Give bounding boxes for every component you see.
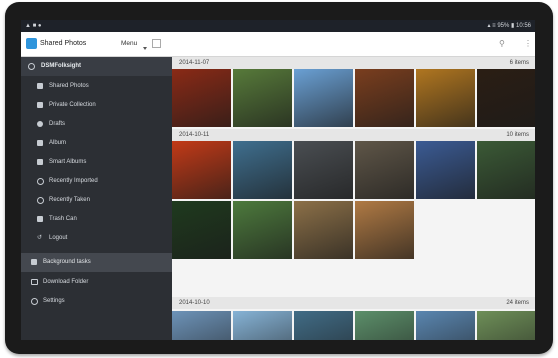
group-date: 2014-10-11 <box>179 132 210 138</box>
photo-thumbnail[interactable] <box>477 311 535 340</box>
photo-thumbnail[interactable] <box>233 141 292 199</box>
chevron-down-icon <box>143 47 147 50</box>
status-bar: ▲ ■ ● ▴ ≡ 95% ▮ 10:56 <box>21 20 535 32</box>
app-title: Shared Photos <box>40 40 87 47</box>
group-date: 2014-10-10 <box>179 300 210 306</box>
logout-icon: ↺ <box>37 235 43 241</box>
action-bar: Shared Photos Menu ⚲ ⋮ <box>21 32 535 57</box>
photo-thumbnail[interactable] <box>355 201 414 259</box>
photo-thumbnail[interactable] <box>172 311 231 340</box>
photo-thumbnail[interactable] <box>477 69 535 127</box>
photo-thumbnail[interactable] <box>416 311 475 340</box>
app-screen: ▲ ■ ● ▴ ≡ 95% ▮ 10:56 Shared Photos Menu… <box>21 20 535 340</box>
clock-icon <box>37 178 44 185</box>
photo-thumbnail[interactable] <box>416 141 475 199</box>
photo-thumbnail[interactable] <box>416 69 475 127</box>
sidebar-item-smart-albums[interactable]: Smart Albums <box>21 153 172 172</box>
menu-dropdown[interactable]: Menu <box>121 32 137 56</box>
photo-thumbnail[interactable] <box>355 69 414 127</box>
home-icon <box>28 63 35 70</box>
app-logo-icon[interactable] <box>26 38 37 49</box>
photo-thumbnail[interactable] <box>172 141 231 199</box>
photo-thumbnail[interactable] <box>294 311 353 340</box>
trash-icon <box>37 216 43 222</box>
history-icon <box>37 197 44 204</box>
sidebar-item-recently-imported[interactable]: Recently Imported <box>21 172 172 191</box>
photo-thumbnail[interactable] <box>172 69 231 127</box>
photo-thumbnail[interactable] <box>233 201 292 259</box>
photo-timeline: 2014-11-07 6 items 2014-10-11 10 items 2… <box>172 57 535 340</box>
date-group-header: 2014-11-07 6 items <box>172 57 535 69</box>
smart-album-icon <box>37 159 43 165</box>
search-icon[interactable]: ⚲ <box>499 38 508 50</box>
sidebar-settings[interactable]: Settings <box>21 292 172 311</box>
tasks-icon <box>31 259 37 265</box>
sidebar-account-header[interactable]: DSMFolksight <box>21 57 172 76</box>
photo-thumbnail[interactable] <box>477 141 535 199</box>
sidebar-item-private-collection[interactable]: Private Collection <box>21 96 172 115</box>
navigation-drawer: DSMFolksight Shared Photos Private Colle… <box>21 57 172 340</box>
photo-icon <box>37 83 43 89</box>
overflow-menu-icon[interactable]: ⋮ <box>524 38 532 50</box>
group-count: 24 items <box>506 300 529 306</box>
group-count: 10 items <box>506 132 529 138</box>
folder-icon <box>31 279 38 285</box>
photo-thumbnail[interactable] <box>294 141 353 199</box>
tablet-frame: ▲ ■ ● ▴ ≡ 95% ▮ 10:56 Shared Photos Menu… <box>5 2 553 354</box>
drafts-icon <box>37 121 43 127</box>
photo-thumbnail[interactable] <box>294 201 353 259</box>
sidebar-item-recently-taken[interactable]: Recently Taken <box>21 191 172 210</box>
photo-thumbnail[interactable] <box>355 141 414 199</box>
sidebar-item-drafts[interactable]: Drafts <box>21 115 172 134</box>
album-icon <box>37 140 43 146</box>
notification-icons: ▲ ■ ● <box>25 23 42 29</box>
sidebar-download-folder[interactable]: Download Folder <box>21 273 172 292</box>
date-group-header: 2014-10-10 24 items <box>172 297 535 309</box>
select-mode-icon[interactable] <box>152 39 161 48</box>
group-count: 6 items <box>509 60 529 66</box>
photo-thumbnail[interactable] <box>172 201 231 259</box>
lock-icon <box>37 102 43 108</box>
photo-thumbnail[interactable] <box>233 311 292 340</box>
group-date: 2014-11-07 <box>179 60 210 66</box>
gear-icon <box>31 298 38 305</box>
sidebar-background-tasks[interactable]: Background tasks <box>21 253 172 272</box>
sidebar-item-logout[interactable]: ↺ Logout <box>21 229 172 248</box>
sidebar-item-shared-photos[interactable]: Shared Photos <box>21 77 172 96</box>
photo-thumbnail[interactable] <box>294 69 353 127</box>
photo-thumbnail[interactable] <box>233 69 292 127</box>
date-group-header: 2014-10-11 10 items <box>172 129 535 141</box>
sidebar-item-album[interactable]: Album <box>21 134 172 153</box>
status-indicators: ▴ ≡ 95% ▮ 10:56 <box>487 23 531 29</box>
photo-thumbnail[interactable] <box>355 311 414 340</box>
sidebar-item-trash-can[interactable]: Trash Can <box>21 210 172 229</box>
